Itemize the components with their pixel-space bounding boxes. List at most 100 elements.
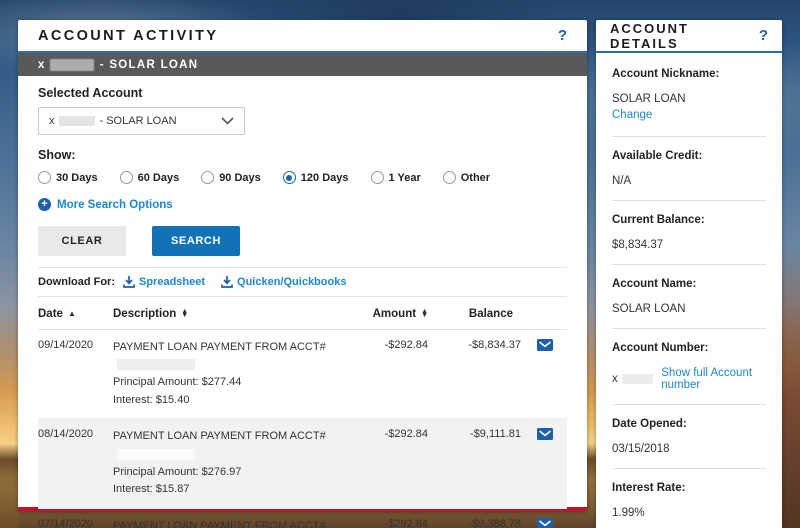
transaction-row: 08/14/2020 PAYMENT LOAN PAYMENT FROM ACC… [38,419,567,509]
transaction-row: 09/14/2020 PAYMENT LOAN PAYMENT FROM ACC… [38,330,567,420]
radio-circle[interactable] [119,171,133,184]
download-icon [221,276,233,288]
more-search-options-link[interactable]: + More Search Options [38,198,567,211]
more-search-options-label: More Search Options [57,198,173,211]
amount-column-header[interactable]: Amount ▲ ▼ [343,308,428,320]
radio-other[interactable]: Other [442,171,491,184]
change-nickname-link[interactable]: Change [612,109,652,121]
header-label: Balance [468,308,513,320]
balance-column-header: Balance [428,308,523,320]
header-label: Description [113,308,177,320]
search-button[interactable]: SEARCH [152,226,240,256]
date-column-header[interactable]: Date ▲ [38,308,113,320]
download-quicken-link[interactable]: Quicken/Quickbooks [221,276,346,288]
sort-icon: ▲ ▼ [421,308,428,319]
radio-label: 30 Days [56,171,98,184]
account-details-panel: ACCOUNT DETAILS ? Account Nickname: SOLA… [596,20,782,528]
description-column-header[interactable]: Description ▲ ▼ [113,308,343,320]
transaction-date: 07/14/2020 [38,517,94,528]
plus-icon: + [38,198,51,211]
download-section: Download For: Spreadsheet Quicken/Quickb… [38,268,567,296]
details-panel-header: ACCOUNT DETAILS ? [596,20,782,53]
detail-field-date-opened: Date Opened: 03/15/2018 [612,418,766,469]
divider [612,404,766,405]
sort-icon: ▲ ▼ [181,308,189,319]
field-value: N/A [612,175,632,187]
transaction-amount: -$292.84 [384,339,428,351]
transactions-table-header: Date ▲ Description ▲ ▼ Amount ▲ ▼ Balance [38,297,567,330]
radio-circle[interactable] [370,171,384,184]
radio-label: 90 Days [219,171,261,184]
radio-60-days[interactable]: 60 Days [119,171,179,184]
divider [612,200,766,201]
redacted-account-number [49,58,94,71]
principal-amount: Principal Amount: $277.44 [113,376,242,389]
activity-panel-header: ACCOUNT ACTIVITY ? [18,20,587,53]
help-icon[interactable]: ? [759,27,768,44]
account-select-value: x - SOLAR LOAN [49,115,177,127]
download-spreadsheet-link[interactable]: Spreadsheet [123,276,205,288]
radio-30-days[interactable]: 30 Days [38,171,98,184]
detail-field-available-credit: Available Credit: N/A [612,150,766,201]
interest-amount: Interest: $15.40 [113,393,190,406]
download-for-label: Download For: [38,276,115,288]
radio-circle[interactable] [442,171,456,184]
radio-120-days[interactable]: 120 Days [282,171,349,184]
account-select[interactable]: x - SOLAR LOAN [38,107,245,135]
selected-account-bar: x - SOLAR LOAN [18,53,587,76]
radio-circle[interactable] [282,171,296,184]
date-range-radio-group: 30 Days 60 Days 90 Days 120 Days 1 Year [38,171,567,184]
field-value: SOLAR LOAN [612,93,686,105]
radio-90-days[interactable]: 90 Days [201,171,261,184]
interest-amount: Interest: $15.87 [113,483,190,496]
chevron-down-icon [221,117,234,125]
account-number-prefix: x [612,373,618,385]
show-label: Show: [38,148,76,162]
radio-circle[interactable] [38,171,51,184]
redacted-account-number [58,116,95,126]
field-label: Date Opened: [612,418,687,430]
detail-field-current-balance: Current Balance: $8,834.37 [612,214,766,265]
redacted-account-number [117,359,195,371]
detail-field-account-number: Account Number: x Show full Account numb… [612,342,766,405]
transaction-row: 07/14/2020 PAYMENT LOAN PAYMENT FROM ACC… [38,509,567,528]
transaction-balance: -$9,111.81 [470,428,521,441]
clear-button[interactable]: CLEAR [38,226,126,256]
select-value-suffix: - SOLAR LOAN [99,115,177,127]
message-envelope-icon[interactable] [523,428,567,443]
message-envelope-icon[interactable] [523,339,567,354]
radio-label: Other [460,171,491,184]
header-label: Date [38,308,63,320]
transaction-date: 09/14/2020 [38,339,94,351]
transaction-description: PAYMENT LOAN PAYMENT FROM ACCT# Principa… [113,518,343,528]
radio-label: 1 Year [388,171,421,184]
field-label: Account Number: [612,342,709,354]
transaction-balance: -$9,388.78 [468,517,521,528]
description-text: PAYMENT LOAN PAYMENT FROM ACCT# [113,341,326,353]
account-bar-suffix: - SOLAR LOAN [99,58,199,71]
help-icon[interactable]: ? [558,27,567,44]
field-label: Account Nickname: [612,68,720,80]
message-envelope-icon[interactable] [523,517,567,528]
header-label: Amount [372,308,417,320]
details-panel-title: ACCOUNT DETAILS [610,20,689,51]
transaction-amount: -$292.84 [384,517,428,528]
download-link-label: Spreadsheet [139,276,206,288]
show-full-account-number-link[interactable]: Show full Account number [661,367,766,391]
radio-1-year[interactable]: 1 Year [370,171,421,184]
divider [612,468,766,469]
account-activity-panel: ACCOUNT ACTIVITY ? x - SOLAR LOAN Select… [18,20,587,528]
detail-field-account-name: Account Name: SOLAR LOAN [612,278,766,329]
select-value-prefix: x [49,115,55,127]
transaction-balance: -$8,834.37 [468,339,521,351]
detail-field-account-nickname: Account Nickname: SOLAR LOAN Change [612,68,766,137]
divider [612,264,766,265]
divider [612,136,766,137]
transaction-description: PAYMENT LOAN PAYMENT FROM ACCT# Principa… [113,339,343,409]
redacted-account-number [621,374,654,384]
radio-circle[interactable] [201,171,215,184]
description-text: PAYMENT LOAN PAYMENT FROM ACCT# [113,430,326,443]
field-label: Available Credit: [612,150,703,162]
activity-panel-title: ACCOUNT ACTIVITY [38,27,219,44]
divider [612,328,766,329]
